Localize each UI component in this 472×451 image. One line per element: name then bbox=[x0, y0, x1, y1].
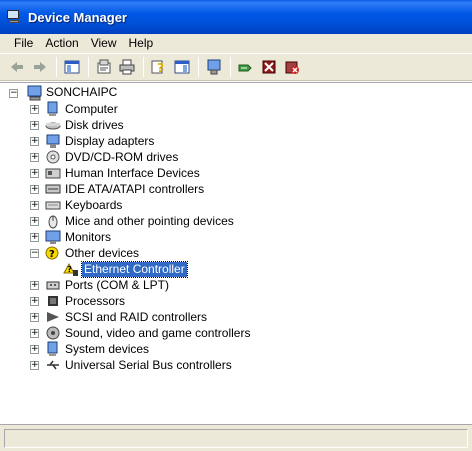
device-tree[interactable]: − SONCHAIPC + Computer + Disk drives + Displa… bbox=[0, 82, 472, 424]
expander-scsi-and-raid-controllers[interactable]: + bbox=[30, 313, 39, 322]
scan-hardware-icon bbox=[207, 59, 221, 75]
tree-item-dvd-cd-rom-drives[interactable]: DVD/CD-ROM drives bbox=[63, 150, 180, 165]
menu-help[interactable]: Help bbox=[123, 35, 160, 52]
expander-ide-ata-atapi-controllers[interactable]: + bbox=[30, 185, 39, 194]
tree-item-processors[interactable]: Processors bbox=[63, 294, 127, 309]
device-manager-icon bbox=[6, 9, 22, 25]
monitor-icon bbox=[45, 230, 61, 244]
usb-icon bbox=[47, 360, 59, 370]
system-devices-icon bbox=[47, 341, 58, 356]
toolbar: ? bbox=[0, 53, 472, 81]
tree-item-ports-com-lpt[interactable]: Ports (COM & LPT) bbox=[63, 278, 171, 293]
expander-mice-and-other-pointing-devices[interactable]: + bbox=[30, 217, 39, 226]
tree-item-universal-serial-bus-controllers[interactable]: Universal Serial Bus controllers bbox=[63, 358, 234, 373]
svg-text:?: ? bbox=[157, 61, 164, 75]
expander-display-adapters[interactable]: + bbox=[30, 137, 39, 146]
expander-root[interactable]: − bbox=[9, 89, 18, 98]
expander-computer[interactable]: + bbox=[30, 105, 39, 114]
update-driver-button[interactable] bbox=[235, 56, 257, 78]
ide-controller-icon bbox=[45, 184, 61, 194]
menu-file[interactable]: File bbox=[8, 35, 39, 52]
help-button[interactable]: ? bbox=[148, 56, 170, 78]
tree-item-system-devices[interactable]: System devices bbox=[63, 342, 151, 357]
computer-icon bbox=[47, 101, 58, 116]
menu-view[interactable]: View bbox=[85, 35, 123, 52]
back-icon bbox=[11, 62, 23, 72]
unknown-device-warning-icon: ? bbox=[63, 262, 78, 276]
back-button[interactable] bbox=[6, 56, 28, 78]
tree-item-disk-drives[interactable]: Disk drives bbox=[63, 118, 126, 133]
update-driver-icon bbox=[238, 64, 252, 72]
menu-action[interactable]: Action bbox=[39, 35, 84, 52]
properties-button[interactable] bbox=[93, 56, 115, 78]
tree-item-computer[interactable]: Computer bbox=[63, 102, 120, 117]
expander-dvd-cd-rom-drives[interactable]: + bbox=[30, 153, 39, 162]
uninstall-device-button[interactable] bbox=[281, 56, 303, 78]
window-title: Device Manager bbox=[28, 9, 127, 25]
show-hide-tree-button[interactable] bbox=[61, 56, 83, 78]
properties-icon bbox=[97, 59, 111, 74]
status-pane bbox=[4, 429, 468, 448]
disable-device-button[interactable] bbox=[258, 56, 280, 78]
ports-icon bbox=[46, 281, 60, 290]
tree-item-sound-video-and-game-controllers[interactable]: Sound, video and game controllers bbox=[63, 326, 252, 341]
tree-item-human-interface-devices[interactable]: Human Interface Devices bbox=[63, 166, 202, 181]
tree-item-ide-ata-atapi-controllers[interactable]: IDE ATA/ATAPI controllers bbox=[63, 182, 206, 197]
expander-monitors[interactable]: + bbox=[30, 233, 39, 242]
title-bar[interactable]: Device Manager bbox=[0, 0, 472, 34]
disable-device-icon bbox=[262, 60, 276, 74]
computer-root-icon bbox=[27, 85, 42, 101]
forward-icon bbox=[34, 62, 46, 72]
status-bar bbox=[0, 424, 472, 451]
sound-icon bbox=[46, 326, 60, 340]
help-icon: ? bbox=[151, 60, 164, 75]
tree-item-keyboards[interactable]: Keyboards bbox=[63, 198, 124, 213]
tree-item-other-devices[interactable]: Other devices bbox=[63, 246, 141, 261]
expander-disk-drives[interactable]: + bbox=[30, 121, 39, 130]
show-hide-action-pane-button[interactable] bbox=[171, 56, 193, 78]
tree-item-scsi-and-raid-controllers[interactable]: SCSI and RAID controllers bbox=[63, 310, 209, 325]
other-devices-icon: ? bbox=[45, 246, 59, 260]
print-button[interactable] bbox=[116, 56, 138, 78]
expander-universal-serial-bus-controllers[interactable]: + bbox=[30, 361, 39, 370]
show-hide-tree-icon bbox=[64, 60, 80, 74]
scsi-controller-icon bbox=[47, 312, 59, 322]
menu-bar: File Action View Help bbox=[0, 34, 472, 53]
tree-item-display-adapters[interactable]: Display adapters bbox=[63, 134, 156, 149]
expander-ports-com-lpt[interactable]: + bbox=[30, 281, 39, 290]
tree-item-mice-and-other-pointing-devices[interactable]: Mice and other pointing devices bbox=[63, 214, 236, 229]
expander-processors[interactable]: + bbox=[30, 297, 39, 306]
expander-keyboards[interactable]: + bbox=[30, 201, 39, 210]
scan-hardware-button[interactable] bbox=[203, 56, 225, 78]
mouse-icon bbox=[48, 215, 58, 229]
forward-button[interactable] bbox=[29, 56, 51, 78]
print-icon bbox=[119, 59, 135, 75]
tree-item-monitors[interactable]: Monitors bbox=[63, 230, 113, 245]
expander-human-interface-devices[interactable]: + bbox=[30, 169, 39, 178]
expander-sound-video-and-game-controllers[interactable]: + bbox=[30, 329, 39, 338]
keyboard-icon bbox=[45, 201, 61, 210]
display-adapter-icon bbox=[46, 134, 60, 148]
human-interface-icon bbox=[45, 168, 61, 179]
expander-system-devices[interactable]: + bbox=[30, 345, 39, 354]
uninstall-device-icon bbox=[285, 61, 299, 74]
dvd-drive-icon bbox=[46, 150, 60, 164]
expander-other-devices[interactable]: − bbox=[30, 249, 39, 258]
tree-root-label[interactable]: SONCHAIPC bbox=[44, 85, 119, 100]
disk-drive-icon bbox=[45, 122, 61, 130]
svg-text:?: ? bbox=[67, 265, 72, 274]
tree-item-ethernet-controller[interactable]: Ethernet Controller bbox=[81, 261, 188, 278]
processor-icon bbox=[48, 296, 58, 306]
svg-text:?: ? bbox=[49, 249, 55, 260]
show-hide-action-pane-icon bbox=[174, 60, 190, 74]
